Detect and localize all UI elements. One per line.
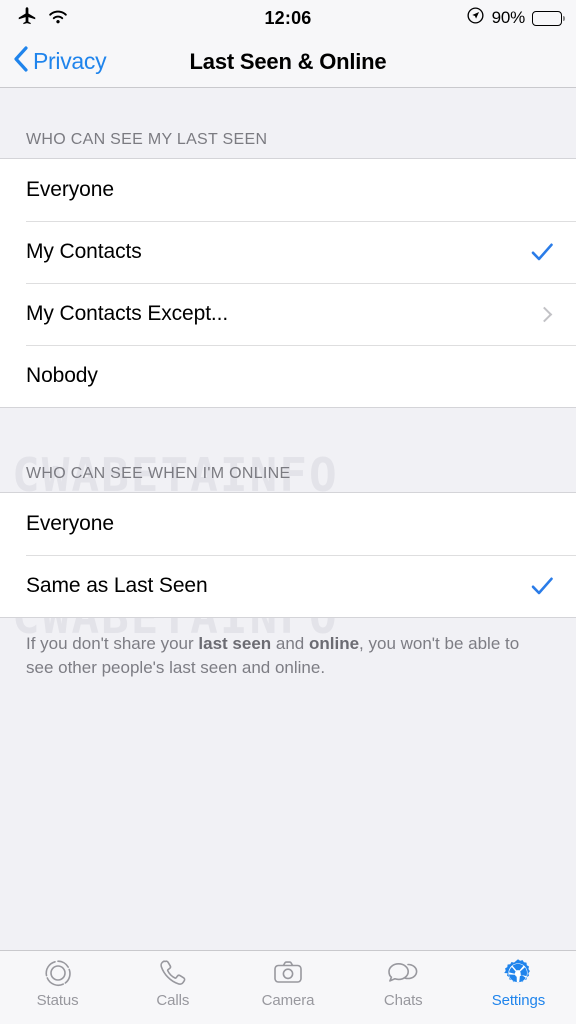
tab-label: Camera — [261, 992, 315, 1009]
footer-bold-last-seen: last seen — [198, 634, 272, 653]
online-options-group: Everyone Same as Last Seen — [0, 492, 576, 618]
battery-icon — [532, 10, 566, 26]
tab-label: Settings — [491, 992, 546, 1009]
option-label: My Contacts — [26, 240, 142, 263]
chat-bubbles-icon — [386, 957, 420, 989]
option-label: My Contacts Except... — [26, 302, 229, 325]
tab-chats[interactable]: Chats — [346, 957, 461, 1009]
phone-screen: CWABETAINFO CWABETAINFO CWABETAINFO CWAB… — [0, 0, 576, 1024]
option-label: Everyone — [26, 512, 114, 535]
option-label: Same as Last Seen — [26, 574, 208, 597]
footer-part-2: and — [271, 634, 309, 653]
section-header-online: WHO CAN SEE WHEN I'M ONLINE — [26, 465, 291, 482]
option-row-my-contacts-except[interactable]: My Contacts Except... — [0, 283, 576, 345]
back-button-label: Privacy — [33, 48, 107, 74]
tab-camera[interactable]: Camera — [230, 957, 345, 1009]
row-accessory — [536, 306, 554, 322]
option-row-same-as-last-seen[interactable]: Same as Last Seen — [0, 555, 576, 617]
row-accessory — [530, 574, 554, 598]
option-row-everyone-online[interactable]: Everyone — [0, 493, 576, 555]
section-header-last-seen: WHO CAN SEE MY LAST SEEN — [26, 131, 268, 148]
tab-settings[interactable]: Settings — [461, 957, 576, 1009]
camera-icon — [272, 957, 304, 989]
tab-calls[interactable]: Calls — [115, 957, 230, 1009]
status-bar: 12:06 90% — [0, 0, 576, 36]
checkmark-icon — [530, 240, 554, 264]
tab-bar: Status Calls Camera Chats Settings — [0, 950, 576, 1024]
footer-part-1: If you don't share your — [26, 634, 199, 653]
navigation-bar: Privacy Last Seen & Online — [0, 36, 576, 88]
option-label: Everyone — [26, 178, 114, 201]
chevron-right-icon — [536, 306, 553, 322]
settings-list[interactable]: WHO CAN SEE MY LAST SEEN Everyone My Con… — [0, 88, 576, 950]
option-label: Nobody — [26, 364, 98, 387]
option-row-everyone-last-seen[interactable]: Everyone — [0, 159, 576, 221]
tab-status[interactable]: Status — [0, 957, 115, 1009]
location-icon — [466, 6, 485, 30]
battery-percent: 90% — [491, 8, 526, 27]
phone-icon — [157, 957, 189, 989]
gear-icon — [502, 957, 534, 989]
status-rings-icon — [42, 957, 74, 989]
last-seen-options-group: Everyone My Contacts My Contacts Except.… — [0, 158, 576, 408]
back-button[interactable]: Privacy — [12, 45, 107, 78]
tab-label: Status — [36, 992, 79, 1009]
option-row-nobody[interactable]: Nobody — [0, 345, 576, 407]
checkmark-icon — [530, 574, 554, 598]
chevron-left-icon — [12, 45, 29, 78]
option-row-my-contacts[interactable]: My Contacts — [0, 221, 576, 283]
footer-bold-online: online — [308, 634, 360, 653]
tab-label: Calls — [156, 992, 190, 1009]
status-bar-right: 90% — [466, 6, 566, 30]
footer-description: If you don't share your last seen and on… — [0, 618, 576, 680]
tab-label: Chats — [383, 992, 423, 1009]
row-accessory — [530, 240, 554, 264]
